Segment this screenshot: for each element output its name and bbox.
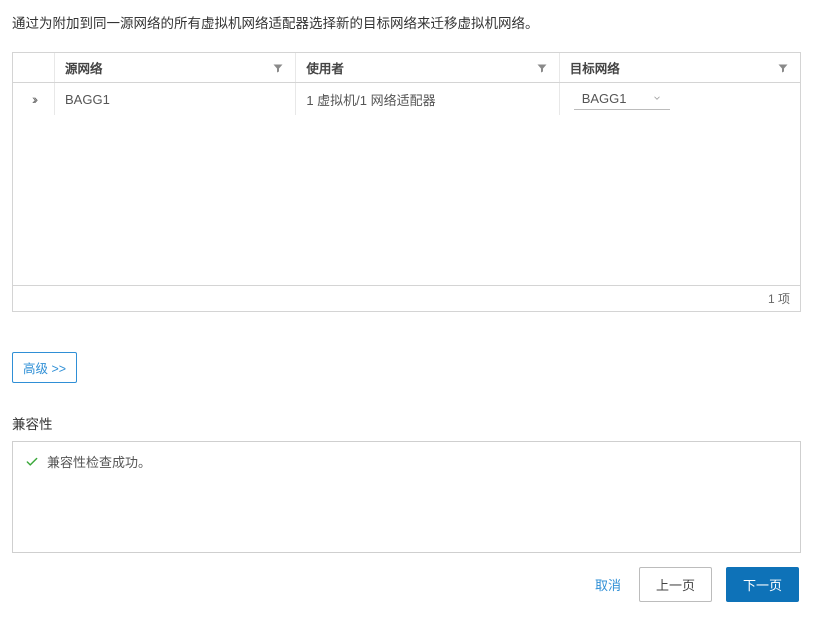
cell-used-by: 1 虚拟机/1 网络适配器 bbox=[296, 83, 559, 115]
compatibility-panel: 兼容性检查成功。 bbox=[12, 441, 801, 553]
grid-body: ›› BAGG1 1 虚拟机/1 网络适配器 BAGG1 bbox=[13, 83, 800, 285]
target-network-value: BAGG1 bbox=[582, 91, 627, 106]
filter-icon[interactable] bbox=[776, 61, 790, 75]
header-source-network[interactable]: 源网络 bbox=[55, 53, 296, 82]
compatibility-message: 兼容性检查成功。 bbox=[47, 452, 151, 471]
chevron-down-icon bbox=[652, 91, 662, 106]
header-source-label: 源网络 bbox=[65, 58, 271, 77]
cell-source-network: BAGG1 bbox=[55, 83, 296, 115]
filter-icon[interactable] bbox=[271, 61, 285, 75]
check-icon bbox=[25, 455, 39, 469]
grid-item-count: 1 项 bbox=[768, 290, 790, 307]
header-used-label: 使用者 bbox=[306, 58, 534, 77]
cancel-button[interactable]: 取消 bbox=[591, 575, 625, 594]
back-button[interactable]: 上一页 bbox=[639, 567, 712, 602]
compatibility-result: 兼容性检查成功。 bbox=[25, 452, 788, 471]
table-row[interactable]: ›› BAGG1 1 虚拟机/1 网络适配器 BAGG1 bbox=[13, 83, 800, 115]
advanced-button-label: 高级 >> bbox=[23, 358, 66, 377]
filter-icon[interactable] bbox=[535, 61, 549, 75]
grid-header-row: 源网络 使用者 目标网络 bbox=[13, 53, 800, 83]
header-target-label: 目标网络 bbox=[570, 58, 776, 77]
compatibility-heading: 兼容性 bbox=[12, 413, 801, 441]
target-network-select[interactable]: BAGG1 bbox=[574, 89, 670, 110]
grid-footer: 1 项 bbox=[13, 285, 800, 311]
header-expand bbox=[13, 53, 55, 82]
chevron-right-double-icon: ›› bbox=[32, 91, 35, 107]
header-target-network[interactable]: 目标网络 bbox=[560, 53, 800, 82]
instruction-text: 通过为附加到同一源网络的所有虚拟机网络适配器选择新的目标网络来迁移虚拟机网络。 bbox=[12, 0, 801, 52]
cell-target-network: BAGG1 bbox=[560, 83, 800, 115]
header-used-by[interactable]: 使用者 bbox=[296, 53, 559, 82]
network-mapping-grid: 源网络 使用者 目标网络 ›› BAGG1 1 虚拟机/1 网络适配器 bbox=[12, 52, 801, 312]
next-button[interactable]: 下一页 bbox=[726, 567, 799, 602]
advanced-button[interactable]: 高级 >> bbox=[12, 352, 77, 383]
expand-toggle[interactable]: ›› bbox=[13, 83, 55, 115]
wizard-footer: 取消 上一页 下一页 bbox=[591, 567, 799, 602]
